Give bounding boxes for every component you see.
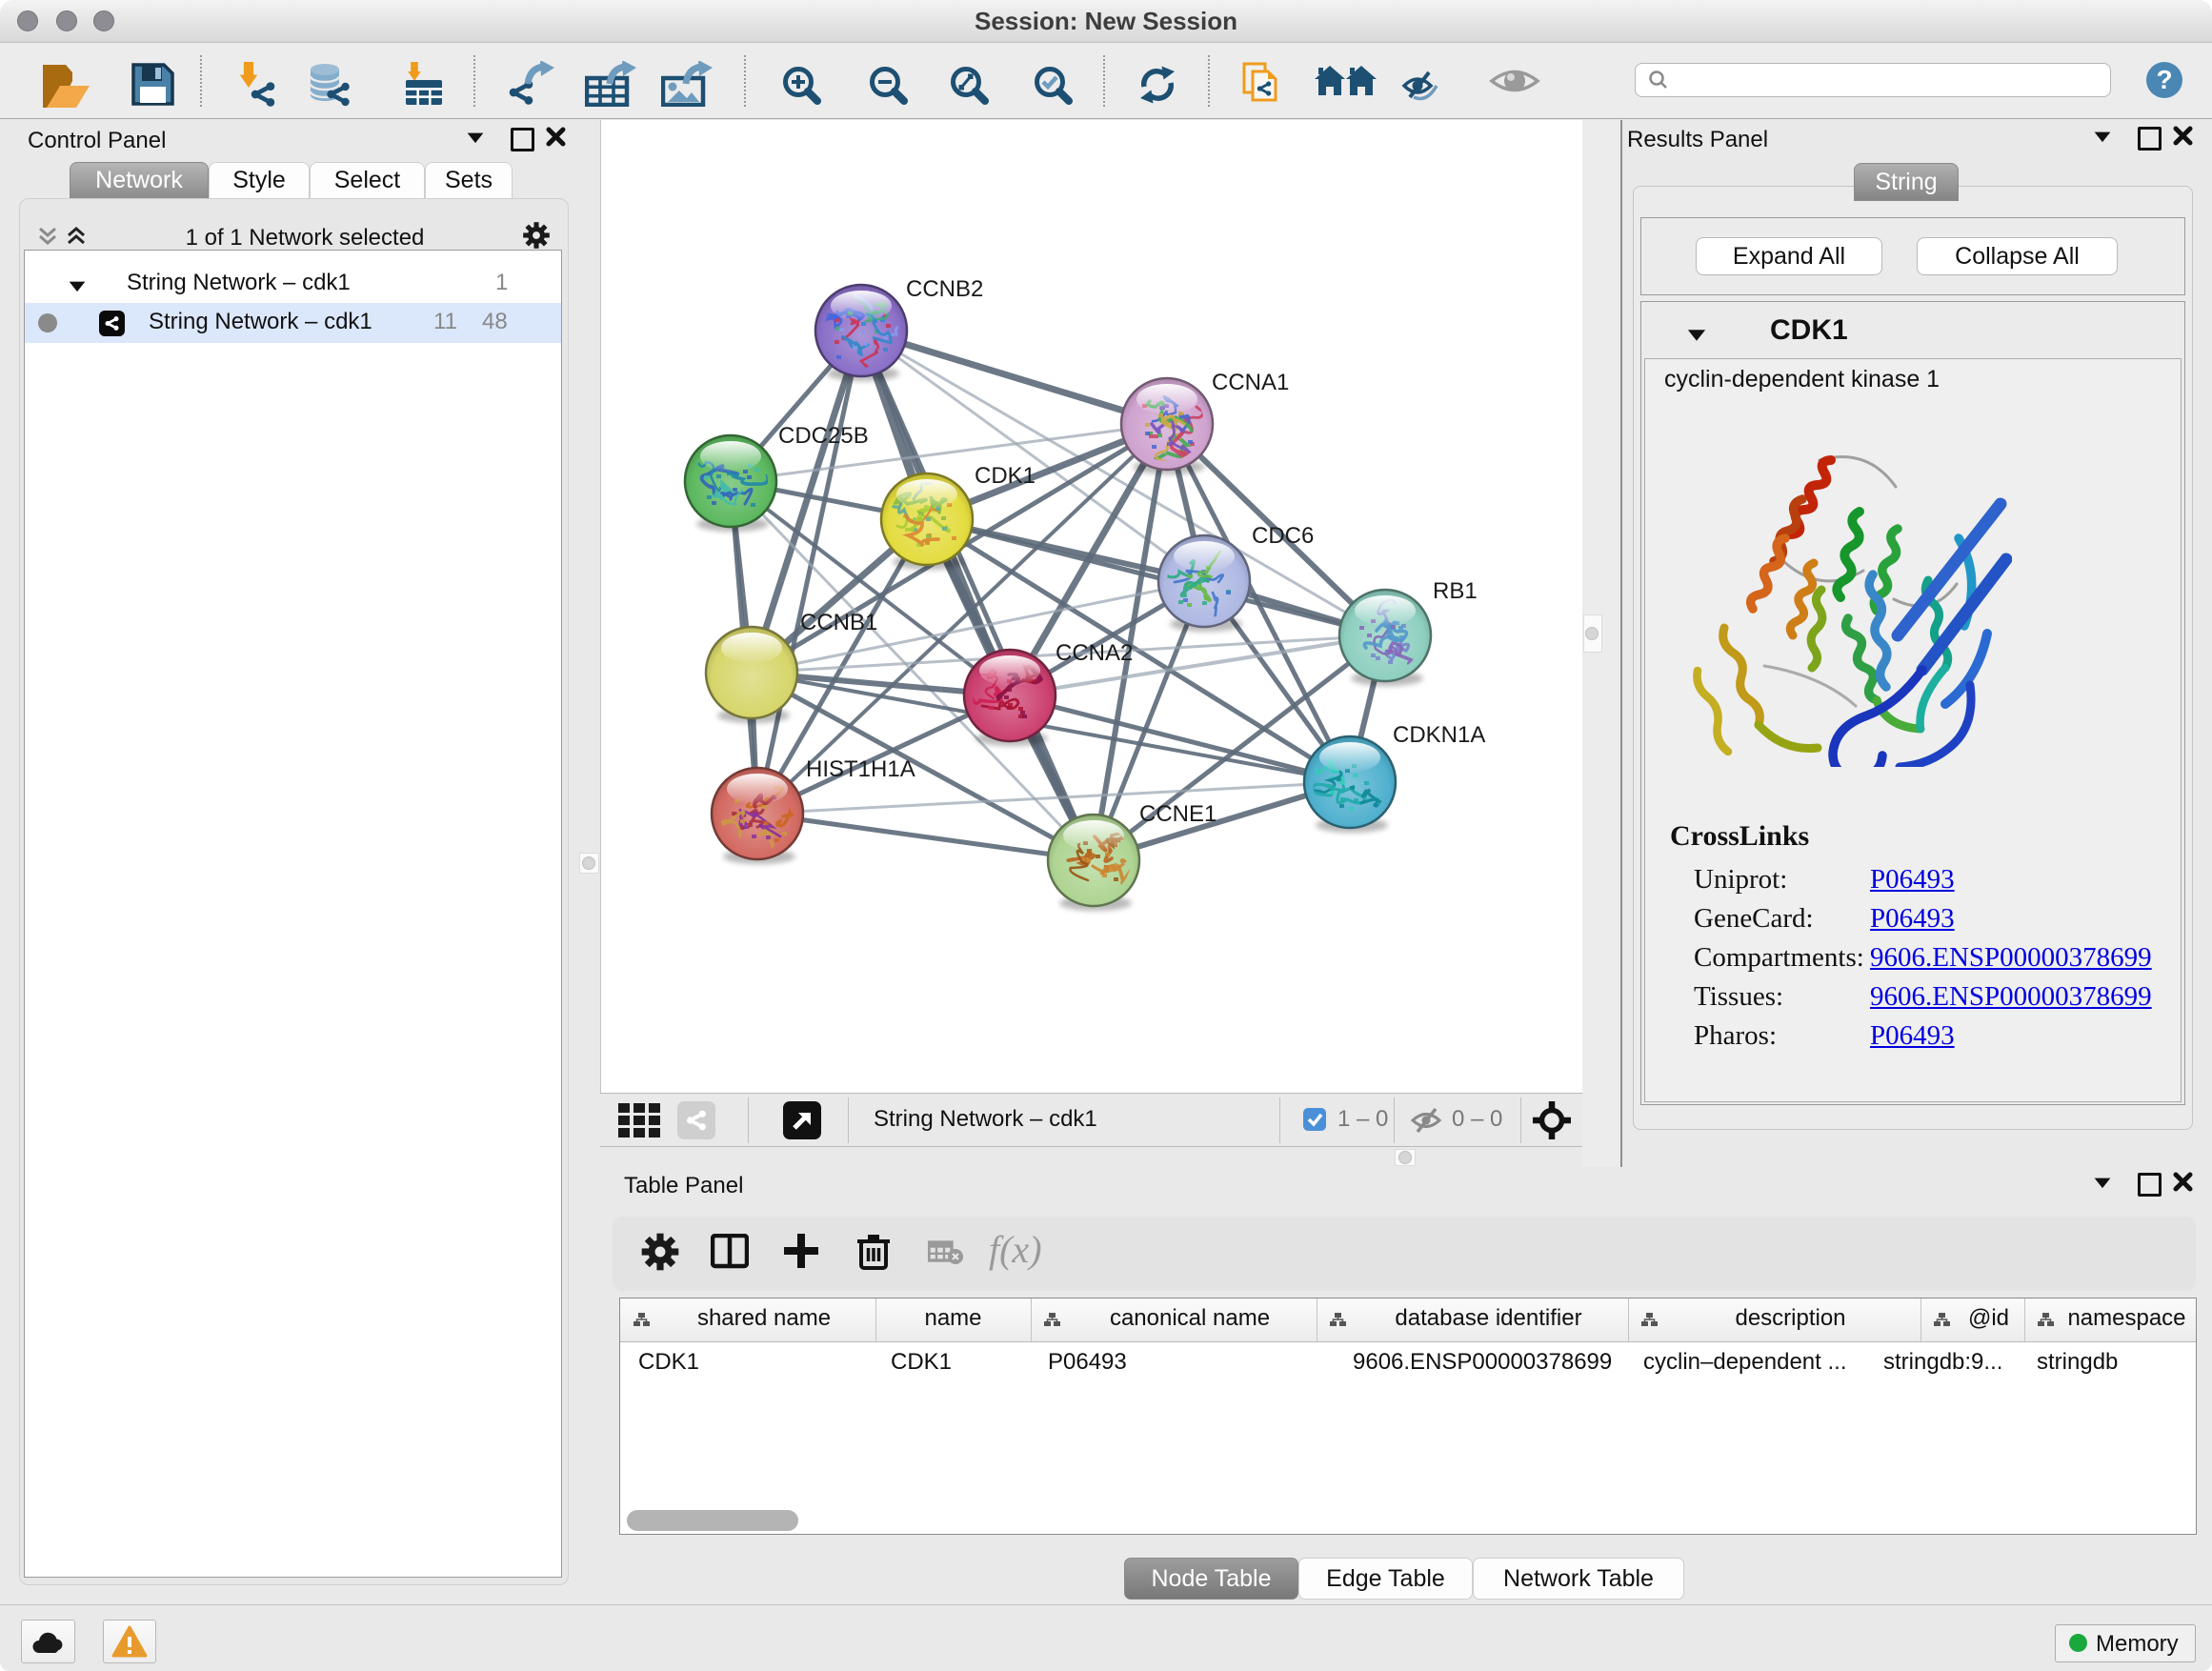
svg-text:CDKN1A: CDKN1A (1393, 722, 1485, 748)
svg-text:CCNB2: CCNB2 (906, 276, 983, 302)
svg-text:CCNB1: CCNB1 (800, 610, 877, 635)
svg-text:CCNE1: CCNE1 (1139, 801, 1217, 827)
svg-text:CDC25B: CDC25B (778, 423, 869, 449)
svg-text:CDK1: CDK1 (975, 463, 1036, 489)
svg-text:?: ? (2156, 65, 2172, 94)
svg-text:CCNA1: CCNA1 (1212, 370, 1289, 395)
svg-text:HIST1H1A: HIST1H1A (806, 756, 915, 782)
svg-text:CCNA2: CCNA2 (1056, 640, 1133, 666)
svg-text:CDC6: CDC6 (1252, 523, 1314, 549)
svg-text:RB1: RB1 (1433, 578, 1478, 604)
